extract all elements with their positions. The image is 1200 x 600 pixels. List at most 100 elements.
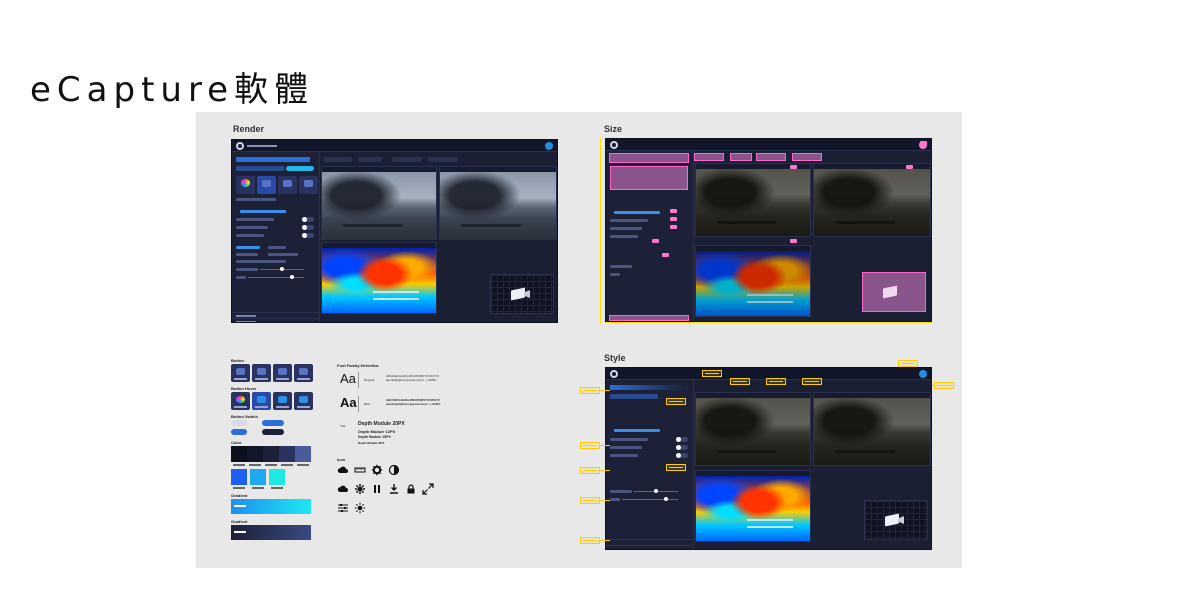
button-caption [234, 378, 247, 380]
use-depth-output-toggle[interactable] [302, 225, 314, 230]
device-select[interactable] [236, 157, 310, 162]
sidebar-row [610, 265, 632, 268]
style-annotation [730, 378, 750, 385]
button-sample[interactable] [294, 364, 313, 382]
font-family-label: Font Family:Helvetica [337, 363, 379, 368]
sidebar-toggle[interactable] [676, 453, 688, 458]
iir-level-control-label [236, 268, 258, 271]
switch-secondary[interactable] [262, 429, 284, 435]
color-swatch [263, 446, 279, 462]
type-scale-20: Depth Module 20PX [358, 421, 405, 427]
contrast-icon [299, 368, 308, 375]
single-color-toggle[interactable] [302, 233, 314, 238]
camera-model-icon [511, 287, 525, 301]
help-icon[interactable] [545, 142, 553, 150]
gear-icon [278, 396, 287, 403]
color-right-image [440, 172, 556, 239]
annotation-leader [600, 500, 610, 501]
camera-model-icon [885, 513, 899, 527]
sliders-icon [337, 502, 349, 514]
iir-level-knob[interactable] [280, 267, 284, 271]
camera-mode-tile[interactable] [278, 176, 297, 194]
color-swatch [295, 446, 311, 462]
button-hover-sample[interactable] [231, 392, 250, 410]
style-annotation [898, 360, 918, 367]
app-brand [247, 145, 277, 147]
point-cloud-config-link[interactable] [614, 429, 660, 432]
button-sample[interactable] [231, 364, 250, 382]
property-row[interactable] [606, 545, 693, 549]
button-hover-sample[interactable] [252, 392, 271, 410]
sidebar-row [610, 490, 632, 493]
sidebar-toggle[interactable] [676, 437, 688, 442]
button-caption [234, 406, 247, 408]
sidebar-slider[interactable] [622, 499, 678, 500]
sidebar-row [610, 273, 620, 276]
accent-swatch [269, 469, 285, 485]
font-aa-regular: Aa [340, 371, 356, 386]
sidebar-toggle[interactable] [676, 445, 688, 450]
point-cloud-config-link[interactable] [614, 211, 660, 214]
design-board: Render Size Button Button Hover Button S… [196, 112, 962, 568]
toolbar-select-2[interactable] [358, 157, 382, 162]
device-select[interactable] [610, 385, 684, 390]
settings-icon [354, 483, 366, 495]
color-left-image [322, 172, 436, 239]
filter-mode-tile[interactable] [299, 176, 318, 194]
app-logo-icon [610, 141, 618, 149]
contrast-icon [299, 396, 308, 403]
size-overlay-toolbar-1 [694, 153, 724, 161]
render-app-window [231, 139, 558, 323]
point-cloud-config-link[interactable] [240, 210, 286, 213]
color-swatch-caption [281, 464, 293, 466]
size-overlay-tiles [610, 166, 688, 190]
point-cloud-viewer[interactable] [864, 500, 928, 540]
color-right-image [814, 169, 930, 236]
z-roi-slider[interactable] [248, 277, 304, 278]
mode-select[interactable] [610, 394, 658, 399]
button-hover-sample[interactable] [294, 392, 313, 410]
button-hover-label: Button Hover [231, 386, 257, 391]
mode-select[interactable] [236, 166, 284, 171]
gradient-caption [234, 505, 246, 507]
button-sample[interactable] [252, 364, 271, 382]
annotation-leader [600, 470, 610, 471]
gradient-caption [234, 531, 246, 533]
sidebar-slider-knob[interactable] [664, 497, 668, 501]
divider [358, 396, 359, 412]
button-hover-sample[interactable] [273, 392, 292, 410]
toolbar-select-3[interactable] [392, 157, 422, 162]
size-overlay-viewer [862, 272, 926, 312]
switch-off[interactable] [231, 420, 247, 426]
help-icon[interactable] [919, 370, 927, 378]
color-left-pane [321, 166, 437, 240]
sidebar-slider-knob[interactable] [654, 489, 658, 493]
render-mode-label [236, 246, 260, 249]
accent-swatch [231, 469, 247, 485]
property-row[interactable] [232, 318, 319, 322]
gear-icon [283, 180, 292, 187]
color-swatch [279, 446, 295, 462]
size-tag [652, 239, 659, 243]
point-cloud-viewer[interactable] [490, 274, 554, 314]
lock-icon [405, 483, 417, 495]
app-topbar [606, 139, 931, 151]
section-label-render: Render [233, 124, 265, 134]
switch-on[interactable] [231, 429, 247, 435]
color-mode-tile[interactable] [236, 176, 255, 194]
depth-mode-tile[interactable] [257, 176, 276, 194]
accent-swatch [250, 469, 266, 485]
size-guide-vertical [600, 138, 601, 324]
switch-primary[interactable] [262, 420, 284, 426]
color-swatch [247, 446, 263, 462]
toolbar-select-1[interactable] [324, 157, 352, 162]
type-scale-8: Depth Module 8PX [358, 441, 385, 445]
point-cloud-viewer-toggle[interactable] [302, 217, 314, 222]
style-annotation [580, 497, 600, 504]
cloud-icon [337, 464, 349, 476]
color-right-pane [813, 392, 931, 466]
preview-button[interactable] [286, 166, 314, 171]
toolbar-select-4[interactable] [428, 157, 458, 162]
z-roi-knob[interactable] [290, 275, 294, 279]
button-sample[interactable] [273, 364, 292, 382]
